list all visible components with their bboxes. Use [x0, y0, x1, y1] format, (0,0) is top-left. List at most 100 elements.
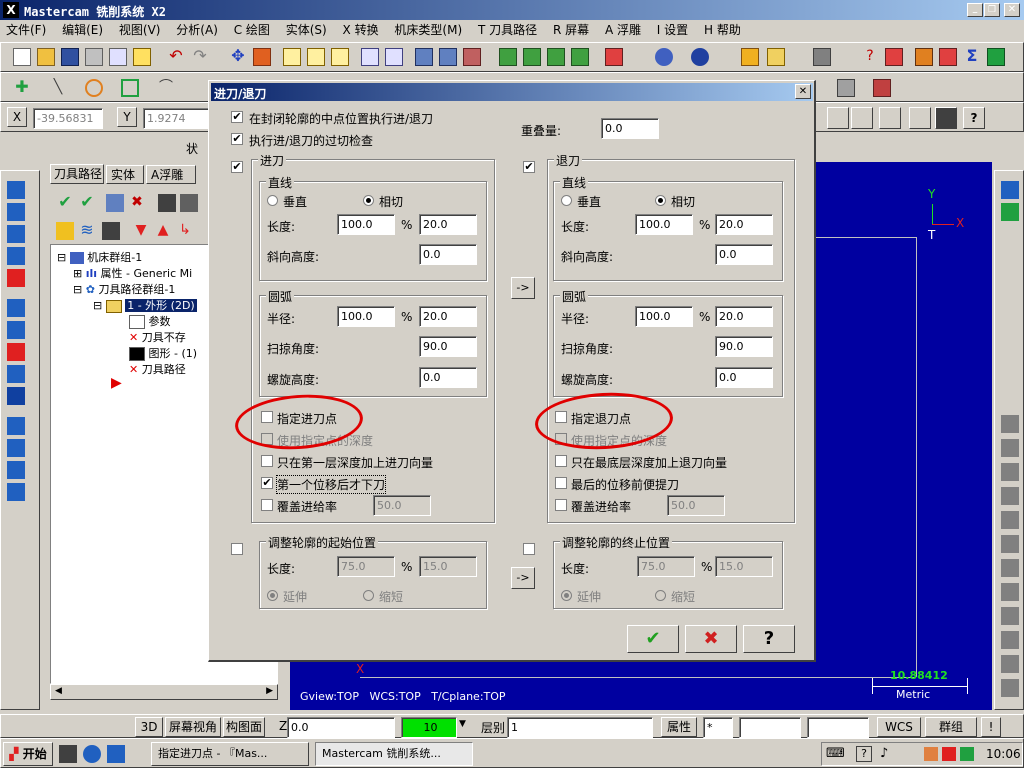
menu-machine-type[interactable]: 机床类型(M) [394, 23, 462, 37]
edit-icon[interactable] [767, 48, 785, 66]
adjust-start-shorten-radio[interactable] [363, 590, 374, 601]
spline-icon[interactable]: ⌒ [157, 79, 175, 97]
tree-machine-group[interactable]: ⊟ 机床群组-1 [57, 249, 142, 265]
right-tool-5-icon[interactable] [1001, 463, 1019, 481]
chart-icon[interactable] [885, 48, 903, 66]
exit-feed-field[interactable]: 50.0 [667, 495, 725, 516]
screen-view-button[interactable]: 屏幕视角 [165, 717, 221, 737]
right-tool-13-icon[interactable] [1001, 655, 1019, 673]
cancel-button[interactable]: ✖ [685, 625, 737, 653]
pencil-icon[interactable] [741, 48, 759, 66]
verify-icon[interactable] [180, 194, 198, 212]
right-tool-14-icon[interactable] [1001, 679, 1019, 697]
restore-button[interactable]: ❐ [984, 3, 1000, 17]
layer-icon[interactable] [987, 48, 1005, 66]
select-invalid-icon[interactable]: ✔ [78, 194, 96, 212]
left-tool-10-icon[interactable] [7, 387, 25, 405]
print-icon[interactable] [85, 48, 103, 66]
highlighter-icon[interactable] [133, 48, 151, 66]
wcs-button[interactable]: WCS [877, 717, 921, 737]
copy-entry-to-exit-button[interactable]: -> [511, 277, 535, 299]
right-tool-9-icon[interactable] [1001, 559, 1019, 577]
entry-sweep-field[interactable]: 90.0 [419, 336, 477, 357]
zoom-half-icon[interactable] [385, 48, 403, 66]
right-tool-8-icon[interactable] [1001, 535, 1019, 553]
move-icon[interactable]: ✥ [229, 48, 247, 66]
zoom-out-icon[interactable] [331, 48, 349, 66]
right-tool-4-icon[interactable] [1001, 439, 1019, 457]
x-coord-button[interactable]: X [7, 107, 27, 127]
right-tool-2-icon[interactable] [1001, 203, 1019, 221]
zoom-prev-icon[interactable] [361, 48, 379, 66]
left-tool-9-icon[interactable] [7, 365, 25, 383]
exit-length-field[interactable]: 20.0 [715, 214, 773, 235]
tab-toolpaths[interactable]: 刀具路径 [50, 164, 104, 184]
adjust-end-pct-field[interactable]: 75.0 [637, 556, 695, 577]
adjust-start-length-field[interactable]: 15.0 [419, 556, 477, 577]
entry-length-field[interactable]: 20.0 [419, 214, 477, 235]
color-dropdown-icon[interactable]: ▼ [459, 719, 466, 729]
menu-analyze[interactable]: 分析(A) [176, 23, 218, 37]
lock-icon[interactable] [56, 222, 74, 240]
quicklaunch-mastercam-icon[interactable] [59, 745, 77, 763]
wrench-icon[interactable] [813, 48, 831, 66]
save-icon[interactable] [61, 48, 79, 66]
tab-solids[interactable]: 实体 [106, 165, 144, 184]
tray-app1-icon[interactable] [924, 747, 938, 761]
menu-help[interactable]: H 帮助 [704, 23, 741, 37]
shading-icon[interactable] [605, 48, 623, 66]
ribbon-btn-5[interactable] [935, 107, 957, 129]
tray-app2-icon[interactable] [942, 747, 956, 761]
entry-after-first-move-checkbox[interactable]: ✔ [261, 477, 273, 489]
view-top-icon[interactable] [523, 48, 541, 66]
undo-icon[interactable]: ↶ [167, 48, 185, 66]
line-icon[interactable]: ╲ [49, 79, 67, 97]
cplane-button[interactable]: 构图面 [223, 717, 265, 737]
view-iso-icon[interactable] [499, 48, 517, 66]
ribbon-btn-4[interactable] [909, 107, 931, 129]
adjust-end-length-field[interactable]: 15.0 [715, 556, 773, 577]
tree-parameters[interactable]: 参数 [129, 313, 171, 329]
globe-icon[interactable] [655, 48, 673, 66]
right-tool-10-icon[interactable] [1001, 583, 1019, 601]
post-icon[interactable] [102, 222, 120, 240]
help-ribbon-button[interactable]: ? [963, 107, 985, 129]
tree-tool-missing[interactable]: ✕ 刀具不存 [129, 329, 186, 345]
menu-create[interactable]: C 绘图 [234, 23, 270, 37]
menu-file[interactable]: 文件(F) [6, 23, 46, 37]
line-style-field[interactable] [739, 717, 801, 738]
adjust-end-checkbox[interactable] [523, 543, 535, 555]
tree-toolpath-group[interactable]: ⊟ ✿ 刀具路径群组-1 [73, 281, 175, 297]
right-tool-11-icon[interactable] [1001, 607, 1019, 625]
adjust-start-pct-field[interactable]: 75.0 [337, 556, 395, 577]
dialog-close-button[interactable]: ✕ [795, 84, 811, 99]
taskbar-item-mastercam[interactable]: Mastercam 铣削系统... [315, 742, 473, 766]
minimize-button[interactable]: _ [967, 3, 983, 17]
menu-settings[interactable]: I 设置 [657, 23, 688, 37]
entry-ramp-field[interactable]: 0.0 [419, 244, 477, 265]
exit-before-last-move-checkbox[interactable] [555, 477, 567, 489]
menu-solids[interactable]: 实体(S) [286, 23, 327, 37]
close-button[interactable]: ✕ [1004, 3, 1020, 17]
entry-override-feed-checkbox[interactable] [261, 499, 273, 511]
exit-sweep-field[interactable]: 90.0 [715, 336, 773, 357]
exit-enable-checkbox[interactable]: ✔ [523, 161, 535, 173]
insert-arrow-icon[interactable]: ↳ [176, 222, 194, 240]
menu-view[interactable]: 视图(V) [119, 23, 161, 37]
analysis-color-icon[interactable] [939, 48, 957, 66]
sigma-icon[interactable]: Σ [963, 48, 981, 66]
left-tool-8-icon[interactable] [7, 343, 25, 361]
new-file-icon[interactable] [13, 48, 31, 66]
trim-icon[interactable] [837, 79, 855, 97]
exit-last-depth-checkbox[interactable] [555, 455, 567, 467]
fit-icon[interactable] [253, 48, 271, 66]
right-tool-1-icon[interactable] [1001, 181, 1019, 199]
left-tool-5-icon[interactable] [7, 269, 25, 287]
view-front-icon[interactable] [547, 48, 565, 66]
entry-tangent-radio[interactable] [363, 195, 374, 206]
menu-xform[interactable]: X 转换 [343, 23, 379, 37]
color-field[interactable]: 10 [401, 717, 457, 738]
exit-length-pct-field[interactable]: 100.0 [635, 214, 693, 235]
tree-operation-contour[interactable]: ⊟ 1 - 外形 (2D) [93, 297, 197, 313]
tree-geometry[interactable]: 图形 - (1) [129, 345, 197, 361]
